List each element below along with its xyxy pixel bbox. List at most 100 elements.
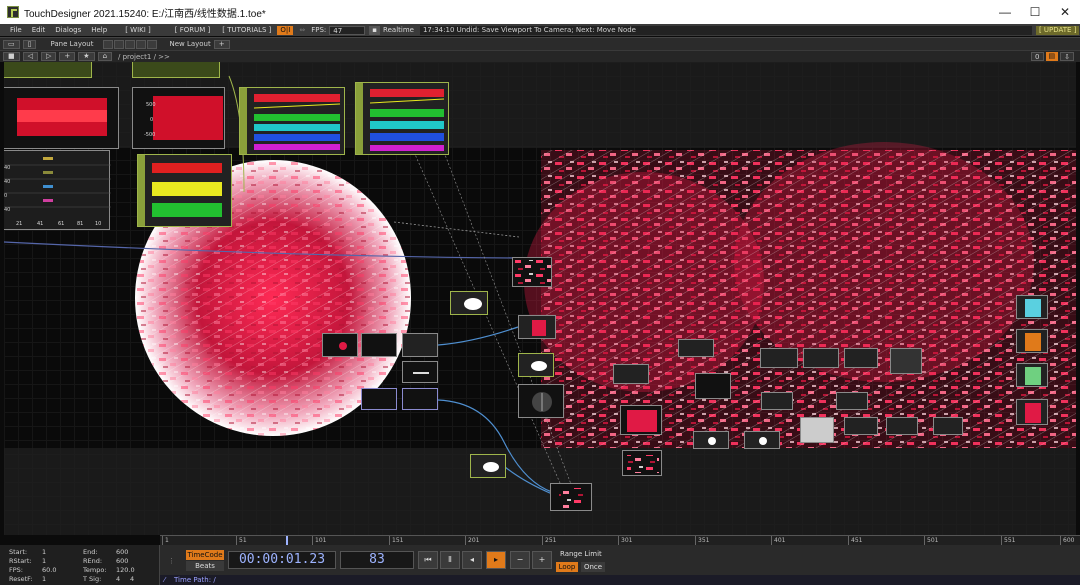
once-button[interactable]: Once <box>581 562 605 572</box>
rewind-icon[interactable]: ⏮ <box>418 551 438 569</box>
beats-button[interactable]: Beats <box>186 561 224 571</box>
chop-node-top-mid[interactable] <box>132 62 220 78</box>
chop-node-wave-2[interactable]: 500 0 -500 <box>132 87 225 149</box>
add-icon[interactable]: + <box>59 52 76 61</box>
top-node-4[interactable] <box>402 361 438 383</box>
tempo-value[interactable]: 120.0 <box>116 566 135 574</box>
right-node-5[interactable] <box>695 373 731 399</box>
forum-link[interactable]: [ FORUM ] <box>175 26 210 34</box>
maximize-button[interactable]: ☐ <box>1020 0 1050 24</box>
out-node[interactable] <box>550 483 592 511</box>
chop-node-bars[interactable] <box>137 154 232 227</box>
top-node-2[interactable] <box>361 333 397 357</box>
menu-dialogs[interactable]: Dialogs <box>55 26 81 34</box>
light-node[interactable] <box>518 353 554 377</box>
layout-preset-5[interactable] <box>147 39 158 49</box>
frame-display[interactable]: 83 <box>340 551 414 569</box>
pause-icon[interactable]: Ⅱ <box>440 551 460 569</box>
step-back-icon[interactable]: ◂ <box>462 551 482 569</box>
layout-preset-4[interactable] <box>136 39 147 49</box>
realtime-checkbox-icon[interactable]: ▪ <box>369 25 381 35</box>
layout-preset-2[interactable] <box>114 39 125 49</box>
split-icon[interactable]: ▯ <box>22 39 37 49</box>
realtime-label[interactable]: Realtime <box>383 26 414 34</box>
right-node-8[interactable] <box>760 348 798 368</box>
right-node-12[interactable] <box>761 392 793 410</box>
tsig-value-b[interactable]: 4 <box>130 575 134 583</box>
bookmark-icon[interactable]: ★ <box>78 52 95 61</box>
download-icon[interactable]: ⇩ <box>1060 52 1074 61</box>
menu-file[interactable]: File <box>10 26 22 34</box>
home-icon[interactable]: ⌂ <box>97 52 113 61</box>
top-node-6[interactable] <box>402 388 438 410</box>
tutorials-link[interactable]: [ TUTORIALS ] <box>222 26 271 34</box>
oi-toggle[interactable]: O|I <box>277 25 294 35</box>
camera-node[interactable] <box>518 384 564 418</box>
right-node-9[interactable] <box>803 348 839 368</box>
right-node-1[interactable] <box>613 364 649 384</box>
network-path[interactable]: / project1 / >> <box>118 53 170 61</box>
top-node-1[interactable] <box>322 333 358 357</box>
network-editor[interactable]: 500 0 -500 40 40 0 40 21 41 61 81 10 <box>4 62 1076 535</box>
time-path-text[interactable]: Time Path: / <box>174 576 216 584</box>
movie-in-node[interactable] <box>450 291 488 315</box>
menu-edit[interactable]: Edit <box>32 26 46 34</box>
start-value[interactable]: 1 <box>42 548 46 556</box>
collapse-icon[interactable]: ⋮ <box>168 557 175 565</box>
right-node-15[interactable] <box>886 417 918 435</box>
new-layout-button[interactable]: + <box>213 39 230 49</box>
right-node-orange[interactable] <box>1016 329 1048 353</box>
right-node-10[interactable] <box>844 348 878 368</box>
timecode-button[interactable]: TimeCode <box>186 550 224 560</box>
timeline-ruler[interactable]: 1 51 101 151 201 251 301 351 401 451 501… <box>160 535 1080 546</box>
view-toggle-icon[interactable]: 0 <box>1031 52 1044 61</box>
stop-icon[interactable]: ■ <box>3 52 20 61</box>
right-node-16[interactable] <box>933 417 963 435</box>
step-plus-button[interactable]: + <box>532 551 552 569</box>
right-node-11[interactable] <box>890 348 922 374</box>
chop-node-grid[interactable]: 40 40 0 40 21 41 61 81 10 <box>4 150 111 230</box>
top-node-3[interactable] <box>402 333 438 357</box>
chop-node-wave-1[interactable] <box>4 87 119 149</box>
right-node-green[interactable] <box>1016 363 1048 387</box>
loop-button[interactable]: Loop <box>556 562 578 572</box>
right-node-6[interactable] <box>693 431 729 449</box>
update-button[interactable]: [ UPDATE ] <box>1035 25 1080 35</box>
panel-toggle-icon[interactable]: ▤ <box>1045 52 1059 61</box>
back-icon[interactable]: ◁ <box>22 52 39 61</box>
step-minus-button[interactable]: − <box>510 551 530 569</box>
right-node-7[interactable] <box>744 431 780 449</box>
tsig-value-a[interactable]: 4 <box>116 575 120 583</box>
wiki-link[interactable]: [ WIKI ] <box>125 26 151 34</box>
resetf-value[interactable]: 1 <box>42 575 46 583</box>
chop-node-multi-1[interactable] <box>239 87 345 155</box>
chop-node-top-left[interactable] <box>4 62 92 78</box>
timecode-display[interactable]: 00:00:01.23 <box>228 551 336 569</box>
layout-preset-3[interactable] <box>125 39 136 49</box>
chop-node-multi-2[interactable] <box>355 82 449 155</box>
menu-help[interactable]: Help <box>91 26 107 34</box>
right-node-3[interactable] <box>622 450 662 476</box>
pane-icon[interactable]: ▭ <box>3 39 20 49</box>
right-node-2[interactable] <box>620 405 662 435</box>
grid-row-label-3: 0 <box>4 193 8 199</box>
layout-preset-1[interactable] <box>103 39 114 49</box>
close-button[interactable]: ✕ <box>1050 0 1080 24</box>
right-node-4[interactable] <box>678 339 714 357</box>
render-node-1[interactable] <box>512 257 552 287</box>
right-node-red[interactable] <box>1016 399 1048 425</box>
audio-node[interactable] <box>470 454 506 478</box>
render-node-2[interactable] <box>518 315 556 339</box>
top-node-5[interactable] <box>361 388 397 410</box>
ramp-node[interactable] <box>800 417 834 443</box>
minimize-button[interactable]: — <box>990 0 1020 24</box>
fps-info-value[interactable]: 60.0 <box>42 566 56 574</box>
play-icon[interactable]: ▸ <box>486 551 506 569</box>
right-node-13[interactable] <box>836 392 868 410</box>
right-node-14[interactable] <box>844 417 878 435</box>
end-value[interactable]: 600 <box>116 548 128 556</box>
rstart-value[interactable]: 1 <box>42 557 46 565</box>
rend-value[interactable]: 600 <box>116 557 128 565</box>
right-node-cyan[interactable] <box>1016 295 1048 319</box>
forward-icon[interactable]: ▷ <box>41 52 57 61</box>
